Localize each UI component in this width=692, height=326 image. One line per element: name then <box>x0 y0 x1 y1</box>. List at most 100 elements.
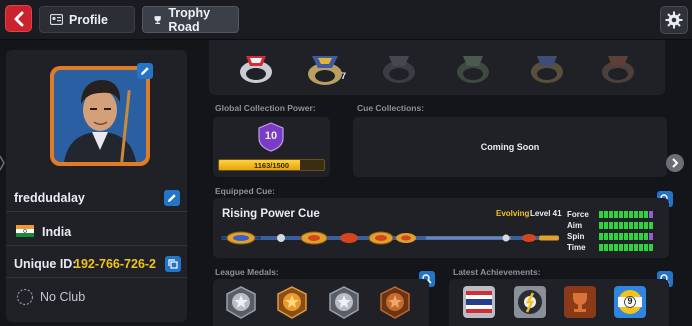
copy-icon <box>168 259 178 269</box>
stat-segment <box>629 211 633 218</box>
stat-segment <box>604 211 608 218</box>
gear-icon <box>665 11 683 29</box>
latest-achievements-card: 9 <box>449 279 669 326</box>
cue-level: Level 41 <box>530 209 562 218</box>
ring-icon[interactable] <box>236 48 276 88</box>
avatar[interactable] <box>50 66 150 166</box>
league-medals-label: League Medals: <box>215 267 279 277</box>
stat-segment <box>629 244 633 251</box>
pencil-icon <box>141 67 149 75</box>
bronze-medal-icon[interactable] <box>377 285 413 321</box>
stat-bar-time <box>599 244 653 251</box>
ring-icon[interactable] <box>304 48 346 90</box>
country-row: India <box>6 216 187 246</box>
stat-segment <box>609 244 613 251</box>
club-placeholder-icon <box>16 288 34 306</box>
unique-id-value: 192-766-726-2 <box>74 257 157 271</box>
stat-segment <box>624 222 628 229</box>
stat-segment <box>644 222 648 229</box>
locked-ring-icon[interactable] <box>453 48 493 88</box>
latest-achievements-label: Latest Achievements: <box>453 267 541 277</box>
stat-segment <box>614 211 618 218</box>
trophy-achievement-icon[interactable] <box>563 285 597 319</box>
cue-name: Rising Power Cue <box>222 208 320 220</box>
stat-segment <box>639 211 643 218</box>
stat-segment <box>599 222 603 229</box>
stat-segment <box>619 211 623 218</box>
thailand-flag-achievement-icon[interactable] <box>462 285 496 319</box>
stat-segment <box>609 222 613 229</box>
stat-segment <box>609 211 613 218</box>
stat-segment <box>599 233 603 240</box>
country-name: India <box>42 225 72 239</box>
tab-trophy-road[interactable]: Trophy Road <box>142 6 239 34</box>
edit-username-button[interactable] <box>164 190 180 206</box>
stat-segment <box>624 211 628 218</box>
trophy-icon <box>154 15 161 24</box>
stat-segment <box>619 222 623 229</box>
stat-segment <box>644 244 648 251</box>
stat-segment <box>614 244 618 251</box>
stat-bar-force <box>599 211 653 218</box>
locked-ring-icon[interactable] <box>598 48 638 88</box>
username: freddudalay <box>14 191 85 205</box>
profile-card-icon <box>50 14 63 25</box>
collection-progress-bar: 1163/1500 <box>218 159 325 171</box>
stat-segment <box>624 233 628 240</box>
stat-segment <box>649 244 653 251</box>
stat-segment <box>649 233 653 240</box>
stat-segment <box>614 222 618 229</box>
stat-segment <box>614 233 618 240</box>
stat-segment <box>634 222 638 229</box>
silver-medal-icon[interactable] <box>223 285 259 321</box>
cue-image[interactable] <box>221 229 561 247</box>
stat-segment <box>639 233 643 240</box>
stat-segment <box>634 233 638 240</box>
stat-bar-spin <box>599 233 653 240</box>
collection-level: 10 <box>264 130 278 142</box>
unique-id-row: Unique ID: 192-766-726-2 <box>6 250 187 278</box>
gold-medal-icon[interactable] <box>274 285 310 321</box>
stat-segment <box>604 222 608 229</box>
back-button[interactable] <box>5 5 32 32</box>
tab-profile-label: Profile <box>69 12 108 27</box>
league-medals-card <box>213 279 429 326</box>
stat-segment <box>639 222 643 229</box>
username-row: freddudalay <box>6 184 187 212</box>
stat-segment <box>604 244 608 251</box>
stat-segment <box>619 244 623 251</box>
collection-power-card: 10 1163/1500 <box>213 117 330 177</box>
edit-avatar-button[interactable] <box>137 63 153 79</box>
tab-profile[interactable]: Profile <box>39 6 135 33</box>
silver-medal-icon[interactable] <box>326 285 362 321</box>
stat-segment <box>599 211 603 218</box>
stat-segment <box>629 233 633 240</box>
stat-label-force: Force <box>567 210 589 219</box>
stat-label-aim: Aim <box>567 221 583 230</box>
stat-label-spin: Spin <box>567 232 585 241</box>
stat-segment <box>639 244 643 251</box>
ring-count-badge: 7 <box>341 71 347 81</box>
stat-segment <box>649 222 653 229</box>
copy-id-button[interactable] <box>165 256 181 272</box>
locked-ring-icon[interactable] <box>527 48 567 88</box>
next-arrow-button[interactable] <box>666 154 684 172</box>
cue-evolving-label: Evolving <box>496 209 530 218</box>
pencil-icon <box>168 194 176 202</box>
stat-segment <box>609 233 613 240</box>
eight-ball-achievement-icon[interactable] <box>513 285 547 319</box>
stat-segment <box>634 211 638 218</box>
rings-strip: 7 <box>209 40 665 95</box>
chevron-right-icon <box>672 158 679 168</box>
cue-collections-label: Cue Collections: <box>357 103 425 113</box>
settings-button[interactable] <box>660 6 688 34</box>
locked-ring-icon[interactable] <box>379 48 419 88</box>
club-row: No Club <box>6 282 187 312</box>
stat-segment <box>629 222 633 229</box>
stat-label-time: Time <box>567 243 586 252</box>
stat-segment <box>644 211 648 218</box>
stat-segment <box>634 244 638 251</box>
chevron-left-icon <box>14 11 23 26</box>
equipped-cue-card: Rising Power Cue Evolving Level 41 Force… <box>213 198 669 258</box>
stat-bar-aim <box>599 222 653 229</box>
